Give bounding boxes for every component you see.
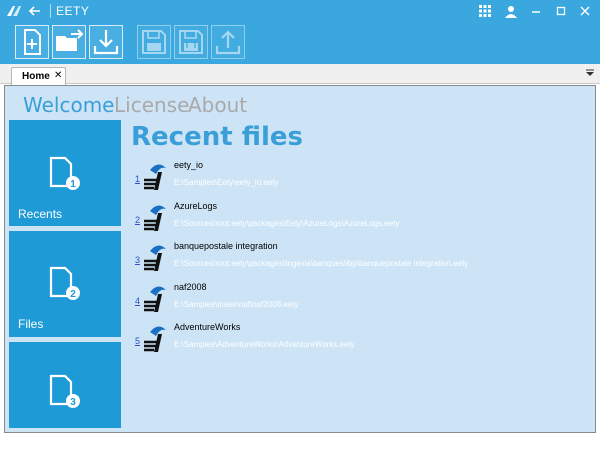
- eety-file-icon: [144, 164, 166, 190]
- open-folder-button[interactable]: [52, 25, 86, 59]
- new-file-icon: [24, 29, 41, 55]
- file-name: AzureLogs: [174, 201, 218, 211]
- svg-text:2: 2: [70, 289, 76, 300]
- tab-close-icon[interactable]: ✕: [54, 70, 62, 81]
- svg-text:1: 1: [70, 179, 76, 190]
- app-title: EETY: [56, 4, 90, 18]
- document-2-icon: 2: [49, 266, 80, 300]
- nav-license[interactable]: License: [114, 93, 189, 117]
- file-path: E:\Samples\Eety\eety_io.eety: [174, 178, 279, 187]
- eety-file-icon: [144, 326, 166, 352]
- document-1-icon: 1: [49, 156, 80, 190]
- eety-file-icon: [144, 205, 166, 231]
- document-3-icon: 3: [49, 374, 80, 408]
- download-icon: [93, 30, 119, 55]
- recent-file-item[interactable]: 2 AzureLogs E:\Sources\root.eety\package…: [135, 201, 575, 237]
- sidebar: 1 Recents 2 Files 3: [9, 120, 121, 428]
- tab-home-label: Home: [22, 71, 50, 82]
- file-name: AdventureWorks: [174, 322, 241, 332]
- upload-button[interactable]: [211, 25, 245, 59]
- tab-home[interactable]: Home ✕: [11, 67, 66, 85]
- tab-strip: Home ✕: [0, 64, 600, 85]
- nav-about[interactable]: About: [188, 93, 247, 117]
- eety-file-icon: [144, 286, 166, 312]
- file-name: eety_io: [174, 160, 204, 170]
- sidebar-item-label: Recents: [18, 207, 63, 221]
- save-button[interactable]: [137, 25, 171, 59]
- sidebar-item-recents[interactable]: 1 Recents: [9, 120, 121, 226]
- svg-text:3: 3: [70, 397, 76, 408]
- recent-file-item[interactable]: 3 banquepostale integration E:\Sources\r…: [135, 241, 575, 277]
- sidebar-item-files[interactable]: 2 Files: [9, 231, 121, 337]
- file-path: E:\Samples\AdventureWorks\AdventureWorks…: [174, 340, 355, 349]
- file-path: E:\Samples\Insee\naf\naf2008.eety: [174, 300, 299, 309]
- apps-grid-icon[interactable]: [476, 2, 494, 20]
- recent-file-item[interactable]: 1 eety_io E:\Samples\Eety\eety_io.eety: [135, 160, 575, 196]
- save-icon: [142, 30, 166, 54]
- toolbar: [0, 22, 600, 64]
- save-all-button[interactable]: [174, 25, 208, 59]
- file-path: E:\Sources\root.eety\packages\Eety\Azure…: [174, 219, 400, 228]
- nav-welcome[interactable]: Welcome: [23, 93, 114, 117]
- eety-file-icon: [144, 245, 166, 271]
- file-path: E:\Sources\root.eety\packages\Ingexia\ba…: [174, 259, 469, 268]
- download-button[interactable]: [89, 25, 123, 59]
- user-icon[interactable]: [502, 2, 520, 20]
- home-panel: Welcome License About 1 Recents 2 Files: [4, 85, 596, 433]
- recent-files-title: Recent files: [131, 122, 303, 152]
- title-bar: EETY: [0, 0, 600, 22]
- close-icon[interactable]: [576, 2, 594, 20]
- maximize-icon[interactable]: [552, 2, 570, 20]
- title-separator: [50, 4, 51, 18]
- open-folder-icon: [56, 29, 84, 51]
- recent-file-item[interactable]: 4 naf2008 E:\Samples\Insee\naf\naf2008.e…: [135, 282, 575, 318]
- new-file-button[interactable]: [15, 25, 49, 59]
- tab-menu-icon[interactable]: [586, 69, 594, 77]
- sidebar-item-3[interactable]: 3: [9, 342, 121, 428]
- save-all-icon: [179, 30, 203, 54]
- upload-icon: [215, 30, 241, 55]
- file-name: naf2008: [174, 282, 207, 292]
- file-name: banquepostale integration: [174, 241, 278, 251]
- minimize-icon[interactable]: [527, 2, 545, 20]
- app-logo-icon: [7, 6, 21, 16]
- back-arrow-icon[interactable]: [26, 2, 44, 20]
- sidebar-item-label: Files: [18, 317, 44, 331]
- recent-file-item[interactable]: 5 AdventureWorks E:\Samples\AdventureWor…: [135, 322, 575, 358]
